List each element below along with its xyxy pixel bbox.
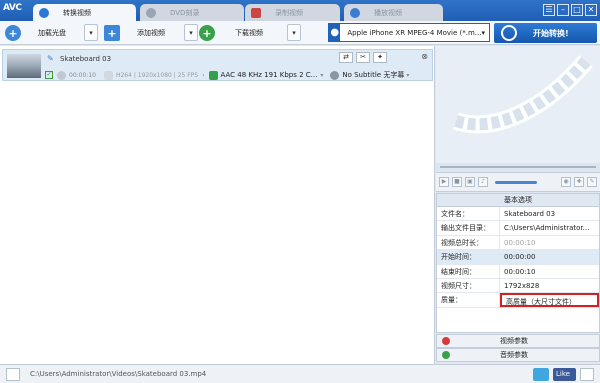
output-path: C:\Users\Administrator\Videos\Skateboard… xyxy=(30,370,207,378)
video-params-section[interactable]: 视频参数 xyxy=(436,334,600,348)
option-row-end-time[interactable]: 结束时间： 00:00:10 xyxy=(437,264,599,279)
disc-add-icon: + xyxy=(5,25,21,41)
folder-icon[interactable] xyxy=(6,367,20,381)
option-row-video-size[interactable]: 视频尺寸： 1792x828 xyxy=(437,278,599,294)
video-add-icon: + xyxy=(104,25,120,41)
film-strip-icon xyxy=(453,55,593,134)
chevron-down-icon: ▾ xyxy=(320,71,324,79)
convert-icon xyxy=(39,7,49,18)
frame-icon[interactable]: ▣ xyxy=(465,177,475,187)
option-row-filename[interactable]: 文件名： Skateboard 03 xyxy=(437,207,599,222)
option-row-duration: 视频总时长： 00:00:10 xyxy=(437,235,599,251)
output-profile-select[interactable]: ● Apple iPhone XR MPEG-4 Movie (*.m... ▾ xyxy=(328,23,490,42)
refresh-icon xyxy=(501,25,517,41)
effects-icon[interactable]: ✦ xyxy=(373,52,387,63)
twitter-icon[interactable] xyxy=(533,368,549,381)
download-video-dropdown[interactable]: ▾ xyxy=(287,24,301,41)
snapshot-icon[interactable]: ◉ xyxy=(561,177,571,187)
volume-slider[interactable] xyxy=(495,180,537,184)
file-details: ✓ 00:00:10 H264 | 1920x1080 | 25 FPS › A… xyxy=(45,70,409,80)
option-row-start-time[interactable]: 开始时间： 00:00:00 xyxy=(437,250,599,265)
audio-icon xyxy=(208,70,218,80)
option-row-output-dir[interactable]: 输出文件目录： C:\Users\Administrator... xyxy=(437,221,599,236)
subtitle-select[interactable]: No Subtitle 无字幕 xyxy=(342,70,404,80)
audio-track-select[interactable]: AAC 48 KHz 191 Kbps 2 C... xyxy=(221,71,318,79)
chevron-down-icon: ▾ xyxy=(406,71,410,79)
video-thumbnail xyxy=(7,54,41,78)
minimize-button[interactable]: – xyxy=(557,4,569,16)
clock-icon xyxy=(57,70,66,80)
close-button[interactable]: ✕ xyxy=(585,4,597,16)
player-controls: ▶ ■ ▣ ♪ ◉ ✚ ✎ xyxy=(436,172,600,192)
add-video-dropdown[interactable]: ▾ xyxy=(184,24,198,41)
basic-options-panel: 基本选项 文件名： Skateboard 03 输出文件目录： C:\Users… xyxy=(436,193,600,333)
apple-icon: ● xyxy=(329,24,341,41)
pencil-icon[interactable]: ✎ xyxy=(47,54,56,63)
tab-play-video[interactable]: 播放视频 xyxy=(344,4,443,21)
record-icon xyxy=(251,7,261,18)
include-checkbox[interactable]: ✓ xyxy=(45,71,53,79)
facebook-like-button[interactable]: Like xyxy=(553,368,576,381)
social-icons: Like xyxy=(533,368,594,381)
tools-icon[interactable]: ✎ xyxy=(587,177,597,187)
app-window: AVC 转换视频 DVD刻录 录制视频 播放视频 ☰ – □ ✕ + 加载光盘 xyxy=(0,0,600,383)
sync-icon[interactable]: ⇄ xyxy=(339,52,353,63)
tab-convert-video[interactable]: 转换视频 xyxy=(33,4,136,21)
play-icon xyxy=(350,7,360,18)
remove-icon[interactable]: ⊗ xyxy=(421,52,428,61)
stop-icon[interactable]: ■ xyxy=(452,177,462,187)
cut-icon[interactable]: ✂ xyxy=(356,52,370,63)
status-bar: C:\Users\Administrator\Videos\Skateboard… xyxy=(0,364,600,383)
tab-record-video[interactable]: 录制视频 xyxy=(245,4,340,21)
title-bar: AVC 转换视频 DVD刻录 录制视频 播放视频 ☰ – □ ✕ xyxy=(0,0,600,21)
panel-header[interactable]: 基本选项 xyxy=(437,194,599,207)
list-item[interactable]: ✎ Skateboard 03 ⇄ ✂ ✦ ⊗ ✓ 00:00:10 H264 … xyxy=(2,49,433,81)
load-disc-dropdown[interactable]: ▾ xyxy=(84,24,98,41)
add-video-button[interactable]: + 添加视频 xyxy=(104,23,165,43)
disc-icon xyxy=(146,7,156,18)
option-row-quality[interactable]: 质量： 高质量（大尺寸文件） xyxy=(437,293,599,308)
file-list: ✎ Skateboard 03 ⇄ ✂ ✦ ⊗ ✓ 00:00:10 H264 … xyxy=(0,46,435,364)
settings-menu-button[interactable]: ☰ xyxy=(543,4,555,16)
seek-bar[interactable] xyxy=(436,163,600,171)
download-video-button[interactable]: + 下载视频 xyxy=(199,23,263,43)
audio-params-icon xyxy=(442,351,450,359)
chevron-down-icon: ▾ xyxy=(481,28,485,37)
video-preview xyxy=(436,46,600,163)
speaker-icon[interactable]: ♪ xyxy=(478,177,488,187)
seek-track xyxy=(440,166,596,168)
menu-icon[interactable] xyxy=(580,368,594,381)
subtitle-icon xyxy=(330,70,340,80)
chevron-right-icon: › xyxy=(202,71,205,79)
app-logo: AVC xyxy=(3,3,22,13)
maximize-button[interactable]: □ xyxy=(571,4,583,16)
load-disc-button[interactable]: + 加载光盘 xyxy=(5,23,66,43)
tab-dvd-burn[interactable]: DVD刻录 xyxy=(140,4,244,21)
window-controls: ☰ – □ ✕ xyxy=(543,4,597,16)
play-icon[interactable]: ▶ xyxy=(439,177,449,187)
video-info: H264 | 1920x1080 | 25 FPS xyxy=(115,71,199,79)
item-actions: ⇄ ✂ ✦ xyxy=(339,52,387,63)
audio-params-section[interactable]: 音频参数 xyxy=(436,348,600,362)
merge-icon[interactable]: ✚ xyxy=(574,177,584,187)
film-icon xyxy=(103,70,113,80)
toolbar: + 加载光盘 ▾ + 添加视频 ▾ + 下载视频 ▾ ● Apple iPhon… xyxy=(0,21,600,45)
video-params-icon xyxy=(442,337,450,345)
globe-download-icon: + xyxy=(199,25,215,41)
start-convert-button[interactable]: 开始转换! xyxy=(494,23,597,43)
file-duration: 00:00:10 xyxy=(69,71,96,79)
file-name: Skateboard 03 xyxy=(60,55,112,63)
